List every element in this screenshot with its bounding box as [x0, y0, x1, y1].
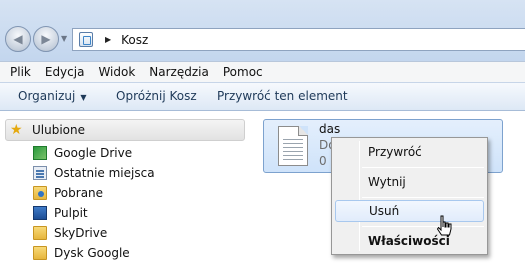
sidebar-item-label: Ostatnie miejsca: [54, 166, 155, 180]
address-bar[interactable]: ▶ Kosz: [72, 28, 525, 51]
recent-places-icon: [33, 166, 47, 180]
mouse-cursor-icon: [437, 215, 452, 236]
context-menu-delete[interactable]: Usuń: [335, 200, 484, 222]
breadcrumb-chevron-icon[interactable]: ▶: [105, 35, 111, 44]
menu-help[interactable]: Pomoc: [216, 65, 270, 79]
dropdown-arrow-icon: ▼: [80, 93, 87, 102]
menu-tools[interactable]: Narzędzia: [142, 65, 216, 79]
folder-icon: [33, 226, 47, 240]
menu-item-label: Przywróć: [368, 145, 422, 159]
menu-view[interactable]: Widok: [91, 65, 142, 79]
menu-separator: [362, 226, 484, 227]
menu-item-label: Usuń: [369, 204, 400, 218]
title-chrome: ◀ ▶ ▼ ▶ Kosz: [0, 0, 525, 61]
star-icon: ★: [10, 122, 23, 138]
back-button[interactable]: ◀: [5, 26, 31, 52]
organize-button[interactable]: Organizuj ▼: [18, 89, 86, 103]
sidebar-item-google-drive[interactable]: Google Drive: [33, 143, 132, 163]
menu-file[interactable]: Plik: [0, 65, 38, 79]
favorites-label: Ulubione: [32, 123, 86, 137]
sidebar-item-label: SkyDrive: [54, 226, 108, 240]
favorites-header[interactable]: ★ Ulubione: [5, 119, 245, 141]
sidebar-item-label: Pulpit: [54, 206, 88, 220]
sidebar-item-label: Google Drive: [54, 146, 133, 160]
forward-arrow-icon: ▶: [41, 32, 51, 46]
context-menu-restore[interactable]: Przywróć: [335, 141, 484, 163]
desktop-icon: [33, 206, 47, 220]
context-menu-cut[interactable]: Wytnij: [335, 171, 484, 193]
context-menu: Przywróć Wytnij Usuń Właściwości: [331, 137, 488, 255]
organize-label: Organizuj: [18, 89, 76, 103]
folder-icon: [33, 246, 47, 260]
text-document-icon: [278, 126, 308, 166]
restore-item-button[interactable]: Przywróć ten element: [217, 89, 348, 103]
back-arrow-icon: ◀: [13, 32, 23, 46]
file-name: das: [319, 122, 341, 136]
sidebar-item-label: Dysk Google: [54, 246, 130, 260]
empty-recycle-bin-button[interactable]: Opróżnij Kosz: [116, 89, 197, 103]
sidebar-item-recent-places[interactable]: Ostatnie miejsca: [33, 163, 155, 183]
recent-pages-dropdown-icon[interactable]: ▼: [61, 34, 67, 43]
sidebar-item-desktop[interactable]: Pulpit: [33, 203, 88, 223]
sidebar-item-skydrive[interactable]: SkyDrive: [33, 223, 107, 243]
downloads-folder-icon: [33, 186, 47, 200]
breadcrumb-location[interactable]: Kosz: [121, 33, 148, 47]
sidebar-item-google-disk[interactable]: Dysk Google: [33, 243, 130, 263]
google-drive-icon: [33, 146, 47, 160]
menu-item-label: Wytnij: [368, 175, 406, 189]
context-menu-properties[interactable]: Właściwości: [335, 230, 484, 252]
command-bar: Organizuj ▼ Opróżnij Kosz Przywróć ten el…: [0, 82, 525, 111]
recycle-bin-icon: [79, 32, 93, 47]
forward-button[interactable]: ▶: [33, 26, 59, 52]
navigation-pane: ★ Ulubione Google Drive Ostatnie miejsca…: [0, 111, 250, 265]
sidebar-item-label: Pobrane: [54, 186, 104, 200]
menu-separator: [362, 167, 484, 168]
sidebar-item-downloads[interactable]: Pobrane: [33, 183, 103, 203]
menu-bar: Plik Edycja Widok Narzędzia Pomoc: [0, 61, 525, 82]
menu-edit[interactable]: Edycja: [38, 65, 92, 79]
menu-separator: [362, 197, 484, 198]
